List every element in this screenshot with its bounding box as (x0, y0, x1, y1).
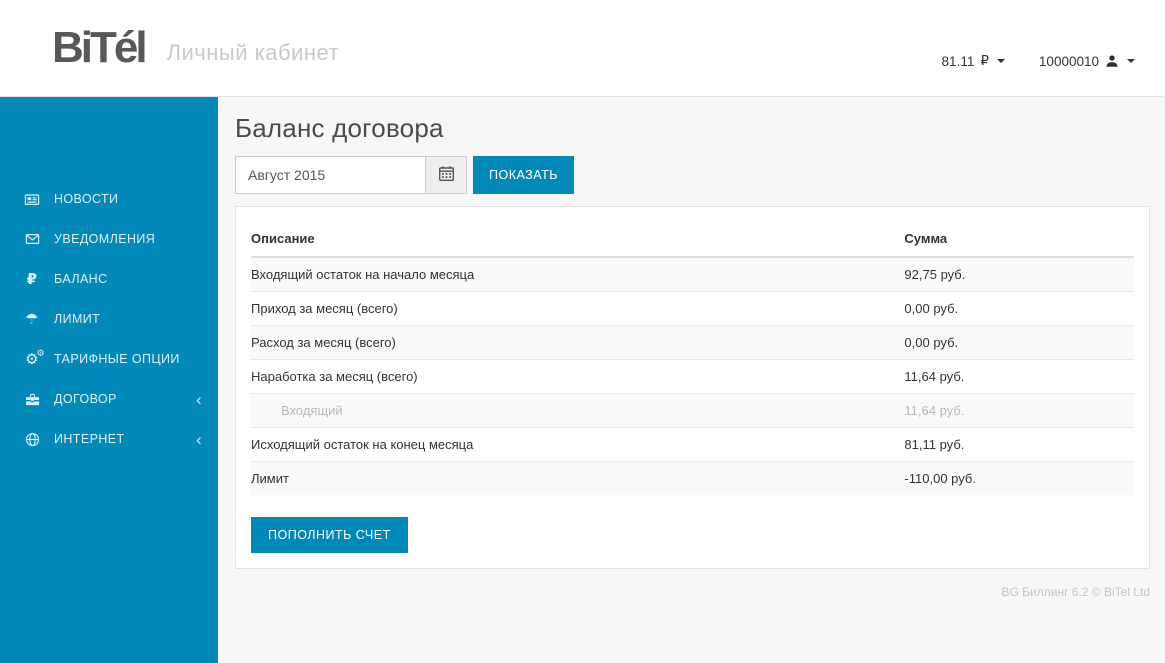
balance-panel: Описание Сумма Входящий остаток на начал… (235, 206, 1150, 569)
umbrella-icon: ☂ (22, 312, 42, 327)
briefcase-icon (22, 392, 42, 407)
header: BiTél Личный кабинет 81.11 ₽ 10000010 (0, 0, 1165, 97)
caret-down-icon (1127, 59, 1135, 63)
balance-dropdown[interactable]: 81.11 ₽ (942, 53, 1005, 69)
row-amount: 11,64 руб. (904, 394, 1134, 428)
ruble-icon: ₽ (980, 53, 989, 69)
sidebar-item-notifications[interactable]: УВЕДОМЛЕНИЯ (0, 219, 218, 259)
table-row: Расход за месяц (всего)0,00 руб. (251, 326, 1134, 360)
row-description: Наработка за месяц (всего) (251, 360, 904, 394)
row-amount: 81,11 руб. (904, 428, 1134, 462)
account-id: 10000010 (1039, 54, 1099, 69)
row-description: Входящий остаток на начало месяца (251, 257, 904, 292)
calendar-icon (438, 165, 455, 185)
app-title: Личный кабинет (167, 40, 340, 70)
user-icon (1105, 54, 1119, 68)
sidebar-item-news[interactable]: НОВОСТИ (0, 179, 218, 219)
globe-icon (22, 432, 42, 447)
row-amount: 92,75 руб. (904, 257, 1134, 292)
main-content: Баланс договора (218, 97, 1165, 663)
header-right: 81.11 ₽ 10000010 (942, 53, 1135, 69)
newspaper-icon (22, 192, 42, 207)
sidebar-item-label: ТАРИФНЫЕ ОПЦИИ (54, 352, 204, 366)
table-row: Приход за месяц (всего)0,00 руб. (251, 292, 1134, 326)
column-header-description: Описание (251, 222, 904, 257)
account-dropdown[interactable]: 10000010 (1039, 54, 1135, 69)
sidebar-item-contract[interactable]: ДОГОВОР‹ (0, 379, 218, 419)
sidebar-item-label: УВЕДОМЛЕНИЯ (54, 232, 204, 246)
row-amount: 11,64 руб. (904, 360, 1134, 394)
page-title: Баланс договора (235, 113, 1150, 144)
table-row: Наработка за месяц (всего)11,64 руб. (251, 360, 1134, 394)
row-description: Расход за месяц (всего) (251, 326, 904, 360)
chevron-left-icon: ‹ (196, 431, 204, 448)
period-form: ПОКАЗАТЬ (235, 156, 1150, 194)
row-description: Входящий (251, 394, 904, 428)
sidebar-item-label: БАЛАНС (54, 272, 204, 286)
brand: BiTél Личный кабинет (52, 26, 339, 70)
sidebar-item-label: ЛИМИТ (54, 312, 204, 326)
sidebar-item-label: ДОГОВОР (54, 392, 196, 406)
column-header-amount: Сумма (904, 222, 1134, 257)
table-header-row: Описание Сумма (251, 222, 1134, 257)
row-amount: 0,00 руб. (904, 292, 1134, 326)
balance-value: 81.11 (942, 54, 975, 69)
ruble-icon: ₽ (22, 272, 42, 287)
row-description: Приход за месяц (всего) (251, 292, 904, 326)
caret-down-icon (997, 59, 1005, 63)
sidebar-item-balance[interactable]: ₽ БАЛАНС (0, 259, 218, 299)
sidebar-item-limit[interactable]: ☂ ЛИМИТ (0, 299, 218, 339)
row-amount: 0,00 руб. (904, 326, 1134, 360)
envelope-icon (22, 232, 42, 246)
table-body: Входящий остаток на начало месяца92,75 р… (251, 257, 1134, 495)
table-row: Входящий11,64 руб. (251, 394, 1134, 428)
topup-button[interactable]: ПОПОЛНИТЬ СЧЕТ (251, 517, 408, 553)
balance-table: Описание Сумма Входящий остаток на начал… (251, 222, 1134, 495)
sidebar: НОВОСТИ УВЕДОМЛЕНИЯ ₽ БАЛАНС ☂ ЛИМИТ ⚙⚙ ТАРИФНЫ… (0, 97, 218, 663)
table-row: Входящий остаток на начало месяца92,75 р… (251, 257, 1134, 292)
row-description: Исходящий остаток на конец месяца (251, 428, 904, 462)
table-row: Исходящий остаток на конец месяца81,11 р… (251, 428, 1134, 462)
calendar-button[interactable] (425, 156, 467, 194)
row-amount: -110,00 руб. (904, 462, 1134, 496)
gears-icon: ⚙⚙ (22, 352, 42, 367)
show-button[interactable]: ПОКАЗАТЬ (473, 156, 574, 194)
row-description: Лимит (251, 462, 904, 496)
sidebar-nav: НОВОСТИ УВЕДОМЛЕНИЯ ₽ БАЛАНС ☂ ЛИМИТ ⚙⚙ ТАРИФНЫ… (0, 179, 218, 459)
app-window: BiTél Личный кабинет 81.11 ₽ 10000010 НО… (0, 0, 1165, 663)
sidebar-item-internet[interactable]: ИНТЕРНЕТ‹ (0, 419, 218, 459)
period-input[interactable] (235, 156, 425, 194)
sidebar-item-label: ИНТЕРНЕТ (54, 432, 196, 446)
logo[interactable]: BiTél (52, 26, 145, 70)
sidebar-item-tariff-options[interactable]: ⚙⚙ ТАРИФНЫЕ ОПЦИИ (0, 339, 218, 379)
content-frame: НОВОСТИ УВЕДОМЛЕНИЯ ₽ БАЛАНС ☂ ЛИМИТ ⚙⚙ ТАРИФНЫ… (0, 97, 1165, 663)
period-input-group (235, 156, 467, 194)
table-row: Лимит-110,00 руб. (251, 462, 1134, 496)
footer-copyright: BG Биллинг 6.2 © BiTel Ltd (235, 585, 1150, 599)
sidebar-item-label: НОВОСТИ (54, 192, 204, 206)
chevron-left-icon: ‹ (196, 391, 204, 408)
